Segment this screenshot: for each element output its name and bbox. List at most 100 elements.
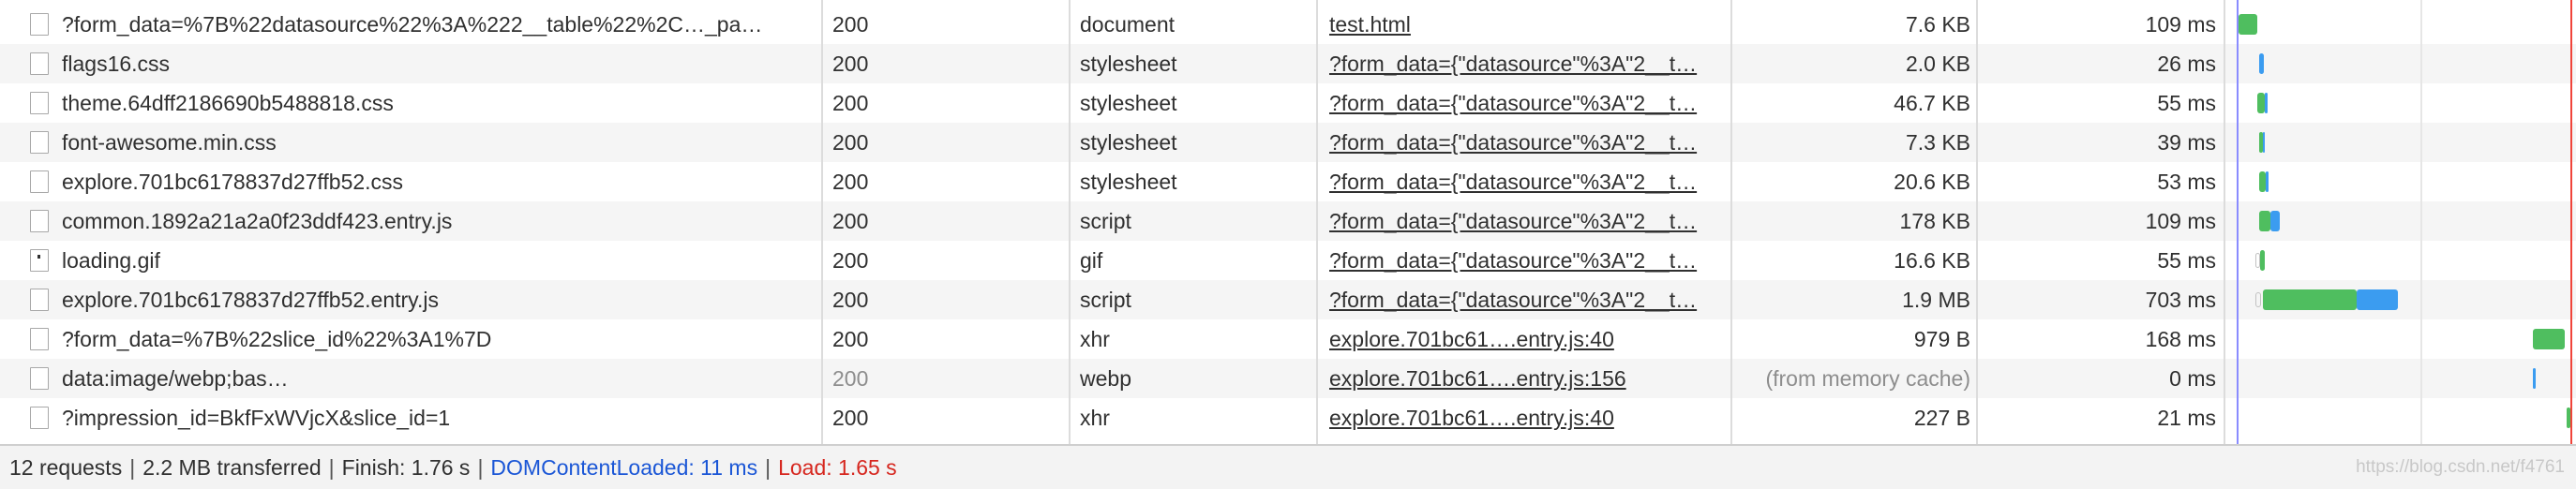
request-row[interactable]: theme.64dff2186690b5488818.css 200 stylesh… bbox=[0, 83, 2576, 123]
waterfall-timeline bbox=[2225, 0, 2576, 444]
download-bar[interactable] bbox=[2259, 53, 2264, 74]
request-name[interactable]: ?form_data=%7B%22slice_id%22%3A1%7D bbox=[62, 319, 819, 359]
document-icon bbox=[30, 52, 49, 75]
waiting-bar[interactable] bbox=[2263, 289, 2357, 310]
separator: | bbox=[328, 455, 335, 480]
request-size: 7.6 KB bbox=[1905, 12, 1970, 37]
column-divider[interactable] bbox=[1976, 0, 1978, 444]
request-initiator-link[interactable]: explore.701bc61….entry.js:156 bbox=[1329, 359, 1723, 398]
request-row[interactable]: common.1892a21a2a0f23ddf423.entry.js 200 s… bbox=[0, 201, 2576, 241]
request-name[interactable]: loading.gif bbox=[62, 241, 819, 280]
request-size: 227 B bbox=[1913, 406, 1970, 430]
download-bar[interactable] bbox=[2357, 289, 2398, 310]
request-name[interactable]: theme.64dff2186690b5488818.css bbox=[62, 83, 819, 123]
request-status: 200 bbox=[832, 209, 869, 233]
request-size: 979 B bbox=[1913, 327, 1970, 351]
request-name[interactable]: flags16.css bbox=[62, 44, 819, 83]
request-type: script bbox=[1080, 209, 1131, 233]
request-status: 200 bbox=[832, 12, 869, 37]
request-size: 178 KB bbox=[1899, 209, 1970, 233]
request-status: 200 bbox=[832, 130, 869, 155]
column-divider[interactable] bbox=[1730, 0, 1732, 444]
request-count: 12 requests bbox=[9, 455, 123, 480]
stalled-bar[interactable] bbox=[2255, 292, 2261, 307]
waiting-bar[interactable] bbox=[2259, 171, 2266, 192]
request-row[interactable]: explore.701bc6178837d27ffb52.entry.js 200… bbox=[0, 280, 2576, 319]
download-bar[interactable] bbox=[2270, 211, 2280, 231]
request-size: 20.6 KB bbox=[1894, 170, 1970, 194]
request-status: 200 bbox=[832, 406, 869, 430]
dom-content-loaded-time: DOMContentLoaded: 11 ms bbox=[490, 455, 758, 480]
request-name[interactable]: explore.701bc6178837d27ffb52.entry.js bbox=[62, 280, 819, 319]
request-time: 109 ms bbox=[2145, 209, 2216, 233]
request-row[interactable]: loading.gif 200 gif ?form_data={"datasource… bbox=[0, 241, 2576, 280]
download-bar[interactable] bbox=[2533, 368, 2536, 389]
request-time: 703 ms bbox=[2145, 288, 2216, 312]
transferred-size: 2.2 MB transferred bbox=[142, 455, 322, 480]
request-time: 55 ms bbox=[2157, 91, 2216, 115]
dom-content-loaded-marker bbox=[2237, 0, 2239, 444]
request-initiator-link[interactable]: test.html bbox=[1329, 5, 1723, 44]
waiting-bar[interactable] bbox=[2239, 14, 2257, 35]
finish-time: Finish: 1.76 s bbox=[341, 455, 471, 480]
request-initiator-link[interactable]: ?form_data={"datasource"%3A"2__t… bbox=[1329, 162, 1723, 201]
separator: | bbox=[477, 455, 484, 480]
request-type: stylesheet bbox=[1080, 130, 1177, 155]
column-divider[interactable] bbox=[821, 0, 823, 444]
request-row[interactable]: explore.701bc6178837d27ffb52.css 200 style… bbox=[0, 162, 2576, 201]
document-icon bbox=[30, 131, 49, 154]
request-initiator-link[interactable]: ?form_data={"datasource"%3A"2__t… bbox=[1329, 280, 1723, 319]
load-marker bbox=[2570, 0, 2572, 444]
request-type: stylesheet bbox=[1080, 52, 1177, 76]
request-name[interactable]: font-awesome.min.css bbox=[62, 123, 819, 162]
request-status: 200 bbox=[832, 366, 869, 391]
request-name[interactable]: common.1892a21a2a0f23ddf423.entry.js bbox=[62, 201, 819, 241]
status-summary: 12 requests | 2.2 MB transferred | Finish: 1… bbox=[9, 446, 897, 489]
download-bar[interactable] bbox=[2266, 171, 2269, 192]
waiting-bar[interactable] bbox=[2259, 211, 2270, 231]
request-row[interactable]: ?form_data=%7B%22slice_id%22%3A1%7D 200 xh… bbox=[0, 319, 2576, 359]
separator: | bbox=[765, 455, 771, 480]
document-icon bbox=[30, 210, 49, 232]
request-row[interactable]: flags16.css 200 stylesheet ?form_data={"dat… bbox=[0, 44, 2576, 83]
document-icon bbox=[30, 13, 49, 36]
request-initiator-link[interactable]: ?form_data={"datasource"%3A"2__t… bbox=[1329, 241, 1723, 280]
request-initiator-link[interactable]: ?form_data={"datasource"%3A"2__t… bbox=[1329, 123, 1723, 162]
request-name[interactable]: ?form_data=%7B%22datasource%22%3A%222__t… bbox=[62, 5, 819, 44]
request-time: 168 ms bbox=[2145, 327, 2216, 351]
separator: | bbox=[129, 455, 136, 480]
request-name[interactable]: ?impression_id=BkfFxWVjcX&slice_id=1 bbox=[62, 398, 819, 437]
request-type: stylesheet bbox=[1080, 91, 1177, 115]
request-time: 26 ms bbox=[2157, 52, 2216, 76]
request-size: 2.0 KB bbox=[1905, 52, 1970, 76]
request-row[interactable]: ?form_data=%7B%22datasource%22%3A%222__t… bbox=[0, 5, 2576, 44]
waiting-bar[interactable] bbox=[2533, 329, 2565, 349]
request-time: 21 ms bbox=[2157, 406, 2216, 430]
request-time: 109 ms bbox=[2145, 12, 2216, 37]
waiting-bar[interactable] bbox=[2567, 408, 2570, 428]
column-divider[interactable] bbox=[1069, 0, 1071, 444]
download-bar[interactable] bbox=[2265, 93, 2268, 113]
request-name[interactable]: explore.701bc6178837d27ffb52.css bbox=[62, 162, 819, 201]
request-row[interactable]: font-awesome.min.css 200 stylesheet ?form_d… bbox=[0, 123, 2576, 162]
request-initiator-link[interactable]: explore.701bc61….entry.js:40 bbox=[1329, 319, 1723, 359]
request-time: 53 ms bbox=[2157, 170, 2216, 194]
request-initiator-link[interactable]: ?form_data={"datasource"%3A"2__t… bbox=[1329, 83, 1723, 123]
document-icon bbox=[30, 289, 49, 311]
request-initiator-link[interactable]: ?form_data={"datasource"%3A"2__t… bbox=[1329, 201, 1723, 241]
column-divider[interactable] bbox=[1316, 0, 1318, 444]
download-bar[interactable] bbox=[2263, 132, 2265, 153]
waiting-bar[interactable] bbox=[2260, 250, 2265, 271]
waiting-bar[interactable] bbox=[2257, 93, 2265, 113]
document-icon bbox=[30, 170, 49, 193]
request-row[interactable]: data:image/webp;bas… 200 webp explore.701bc… bbox=[0, 359, 2576, 398]
request-size: 16.6 KB bbox=[1894, 248, 1970, 273]
request-initiator-link[interactable]: explore.701bc61….entry.js:40 bbox=[1329, 398, 1723, 437]
request-status: 200 bbox=[832, 52, 869, 76]
request-row[interactable]: ?impression_id=BkfFxWVjcX&slice_id=1 200 x… bbox=[0, 398, 2576, 437]
request-initiator-link[interactable]: ?form_data={"datasource"%3A"2__t… bbox=[1329, 44, 1723, 83]
network-status-bar: 12 requests | 2.2 MB transferred | Finish: 1… bbox=[0, 444, 2576, 489]
request-size: 1.9 MB bbox=[1902, 288, 1970, 312]
request-name[interactable]: data:image/webp;bas… bbox=[62, 359, 819, 398]
request-status: 200 bbox=[832, 248, 869, 273]
